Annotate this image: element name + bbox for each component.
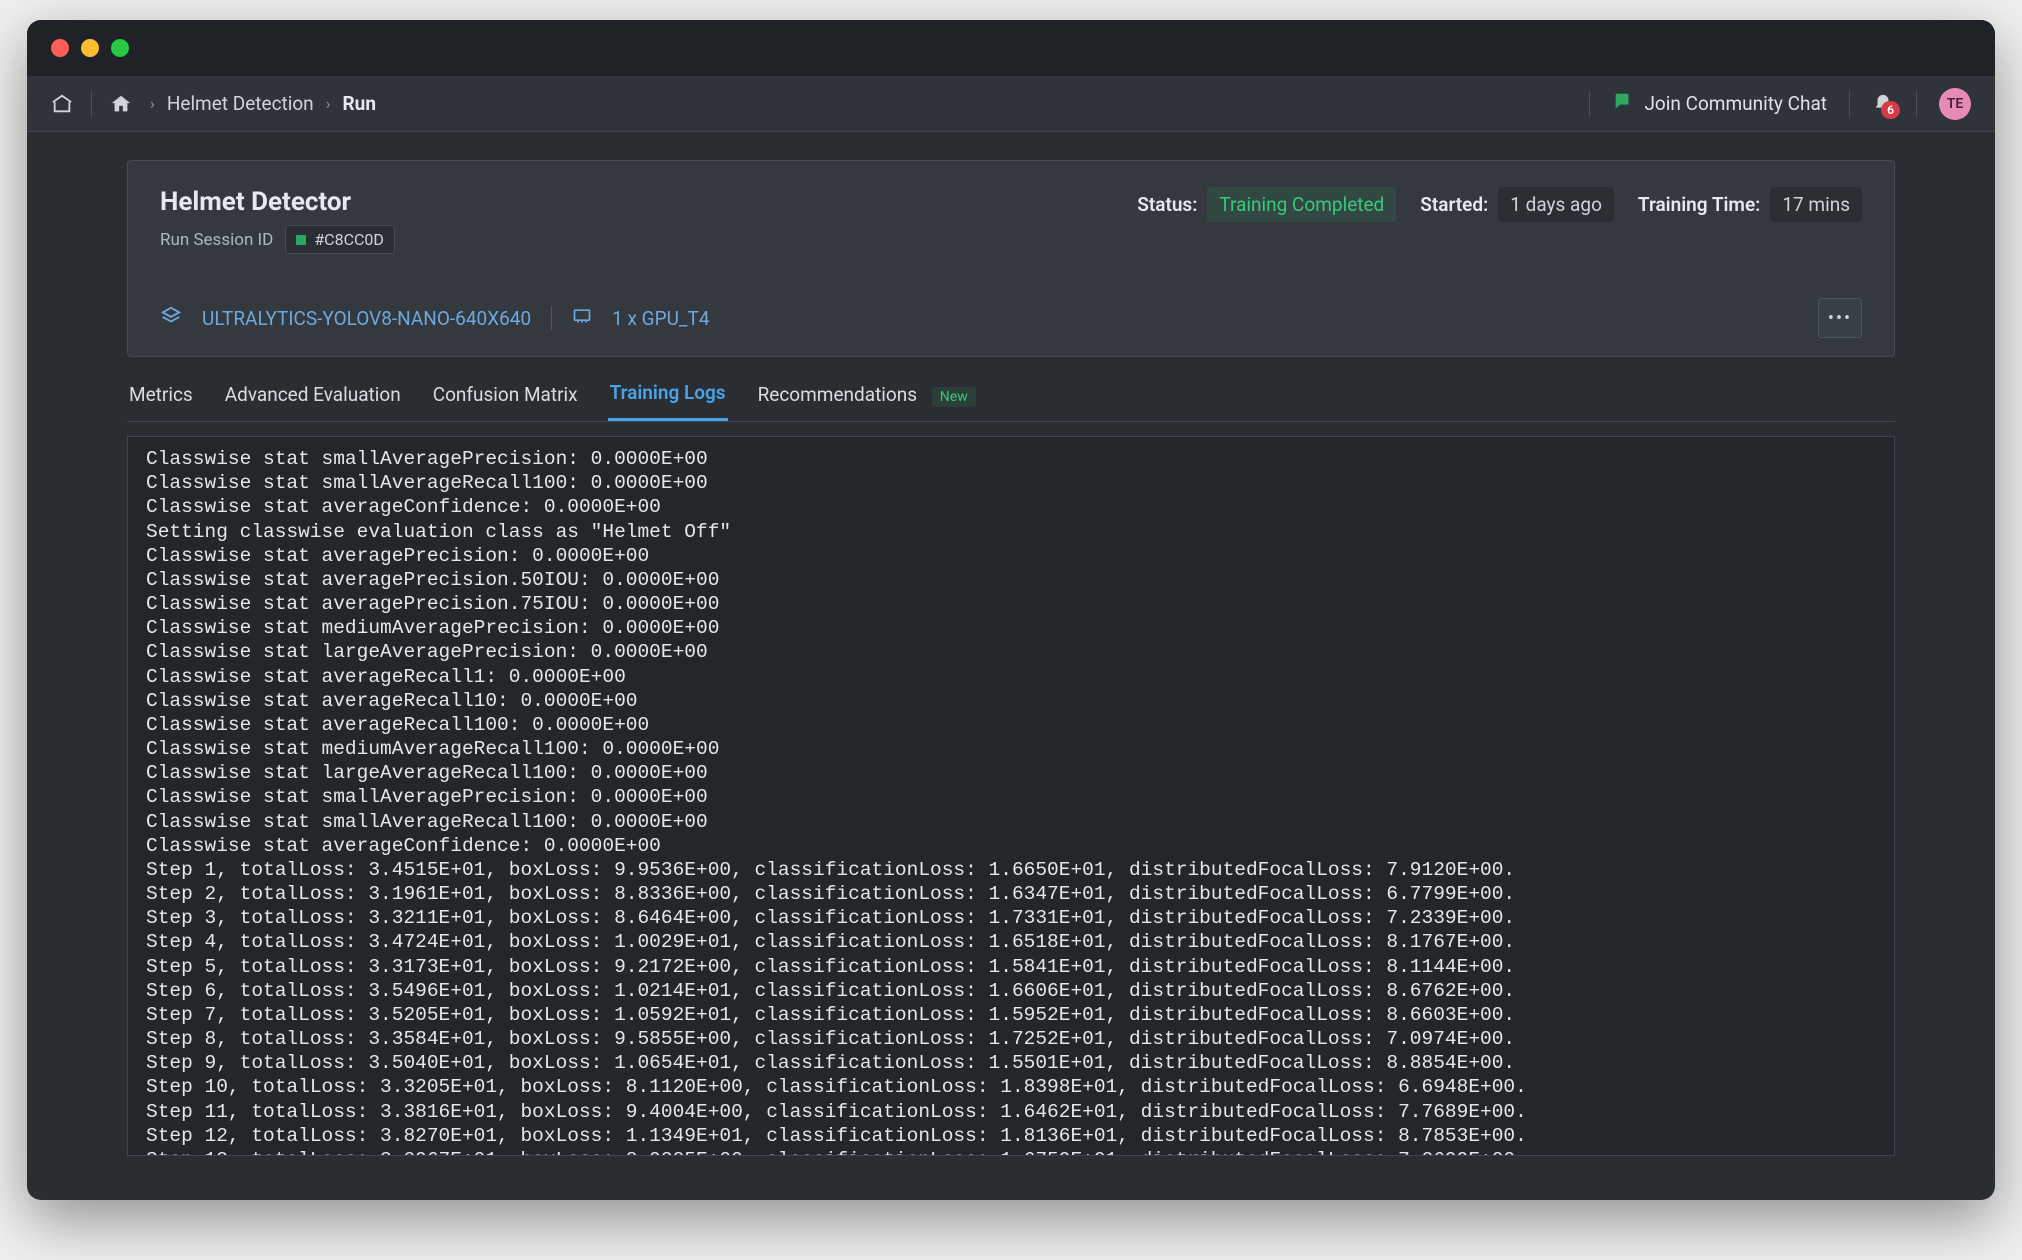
divider [1589,91,1590,117]
training-time-label: Training Time: [1638,193,1760,216]
divider [91,91,92,117]
tab-advanced-evaluation[interactable]: Advanced Evaluation [223,383,403,420]
tab-training-logs[interactable]: Training Logs [608,381,728,421]
minimize-window-button[interactable] [81,39,99,57]
tab-confusion-matrix[interactable]: Confusion Matrix [431,383,580,420]
session-id-pill[interactable]: #C8CC0D [285,225,395,254]
logo-icon[interactable] [51,93,73,115]
gpu-icon [572,306,592,331]
home-icon[interactable] [110,93,132,115]
more-options-button[interactable]: ••• [1818,298,1862,338]
session-id-value: #C8CC0D [314,230,384,249]
chat-icon [1612,90,1634,117]
started-value: 1 days ago [1498,187,1614,222]
tab-recommendations[interactable]: Recommendations New [756,383,978,420]
run-card: Helmet Detector Run Session ID #C8CC0D S… [127,160,1895,357]
titlebar [27,20,1995,76]
join-community-chat-link[interactable]: Join Community Chat [1612,90,1827,117]
model-name-link[interactable]: ULTRALYTICS-YOLOV8-NANO-640X640 [202,307,531,330]
avatar[interactable]: TE [1939,88,1971,120]
tab-metrics[interactable]: Metrics [127,383,195,420]
notification-count-badge: 6 [1881,101,1900,119]
breadcrumb-helmet-detection[interactable]: Helmet Detection [167,92,314,115]
training-log-output[interactable]: Classwise stat smallAveragePrecision: 0.… [127,436,1895,1156]
status-value: Training Completed [1207,187,1396,222]
notifications-button[interactable]: 6 [1872,93,1894,115]
divider [1916,91,1917,117]
close-window-button[interactable] [51,39,69,57]
hardware-link[interactable]: 1 x GPU_T4 [612,307,709,330]
chat-link-label: Join Community Chat [1644,92,1827,115]
breadcrumb: › Helmet Detection › Run [150,92,376,115]
chevron-right-icon: › [150,94,155,113]
divider [1849,91,1850,117]
app-window: › Helmet Detection › Run Join Community … [27,20,1995,1200]
new-badge: New [932,387,976,407]
ellipsis-icon: ••• [1828,308,1852,329]
training-time-value: 17 mins [1770,187,1862,222]
topbar: › Helmet Detection › Run Join Community … [27,76,1995,132]
started-label: Started: [1420,193,1488,216]
layers-icon [160,305,182,332]
session-id-label: Run Session ID [160,230,273,250]
run-title: Helmet Detector [160,187,395,217]
breadcrumb-run[interactable]: Run [343,92,376,115]
chevron-right-icon: › [326,94,331,113]
maximize-window-button[interactable] [111,39,129,57]
tabs: Metrics Advanced Evaluation Confusion Ma… [127,381,1895,422]
traffic-lights [51,39,129,57]
status-indicator-dot [296,235,306,245]
divider [551,306,552,330]
tab-recommendations-label: Recommendations [758,383,917,406]
status-label: Status: [1137,193,1197,216]
